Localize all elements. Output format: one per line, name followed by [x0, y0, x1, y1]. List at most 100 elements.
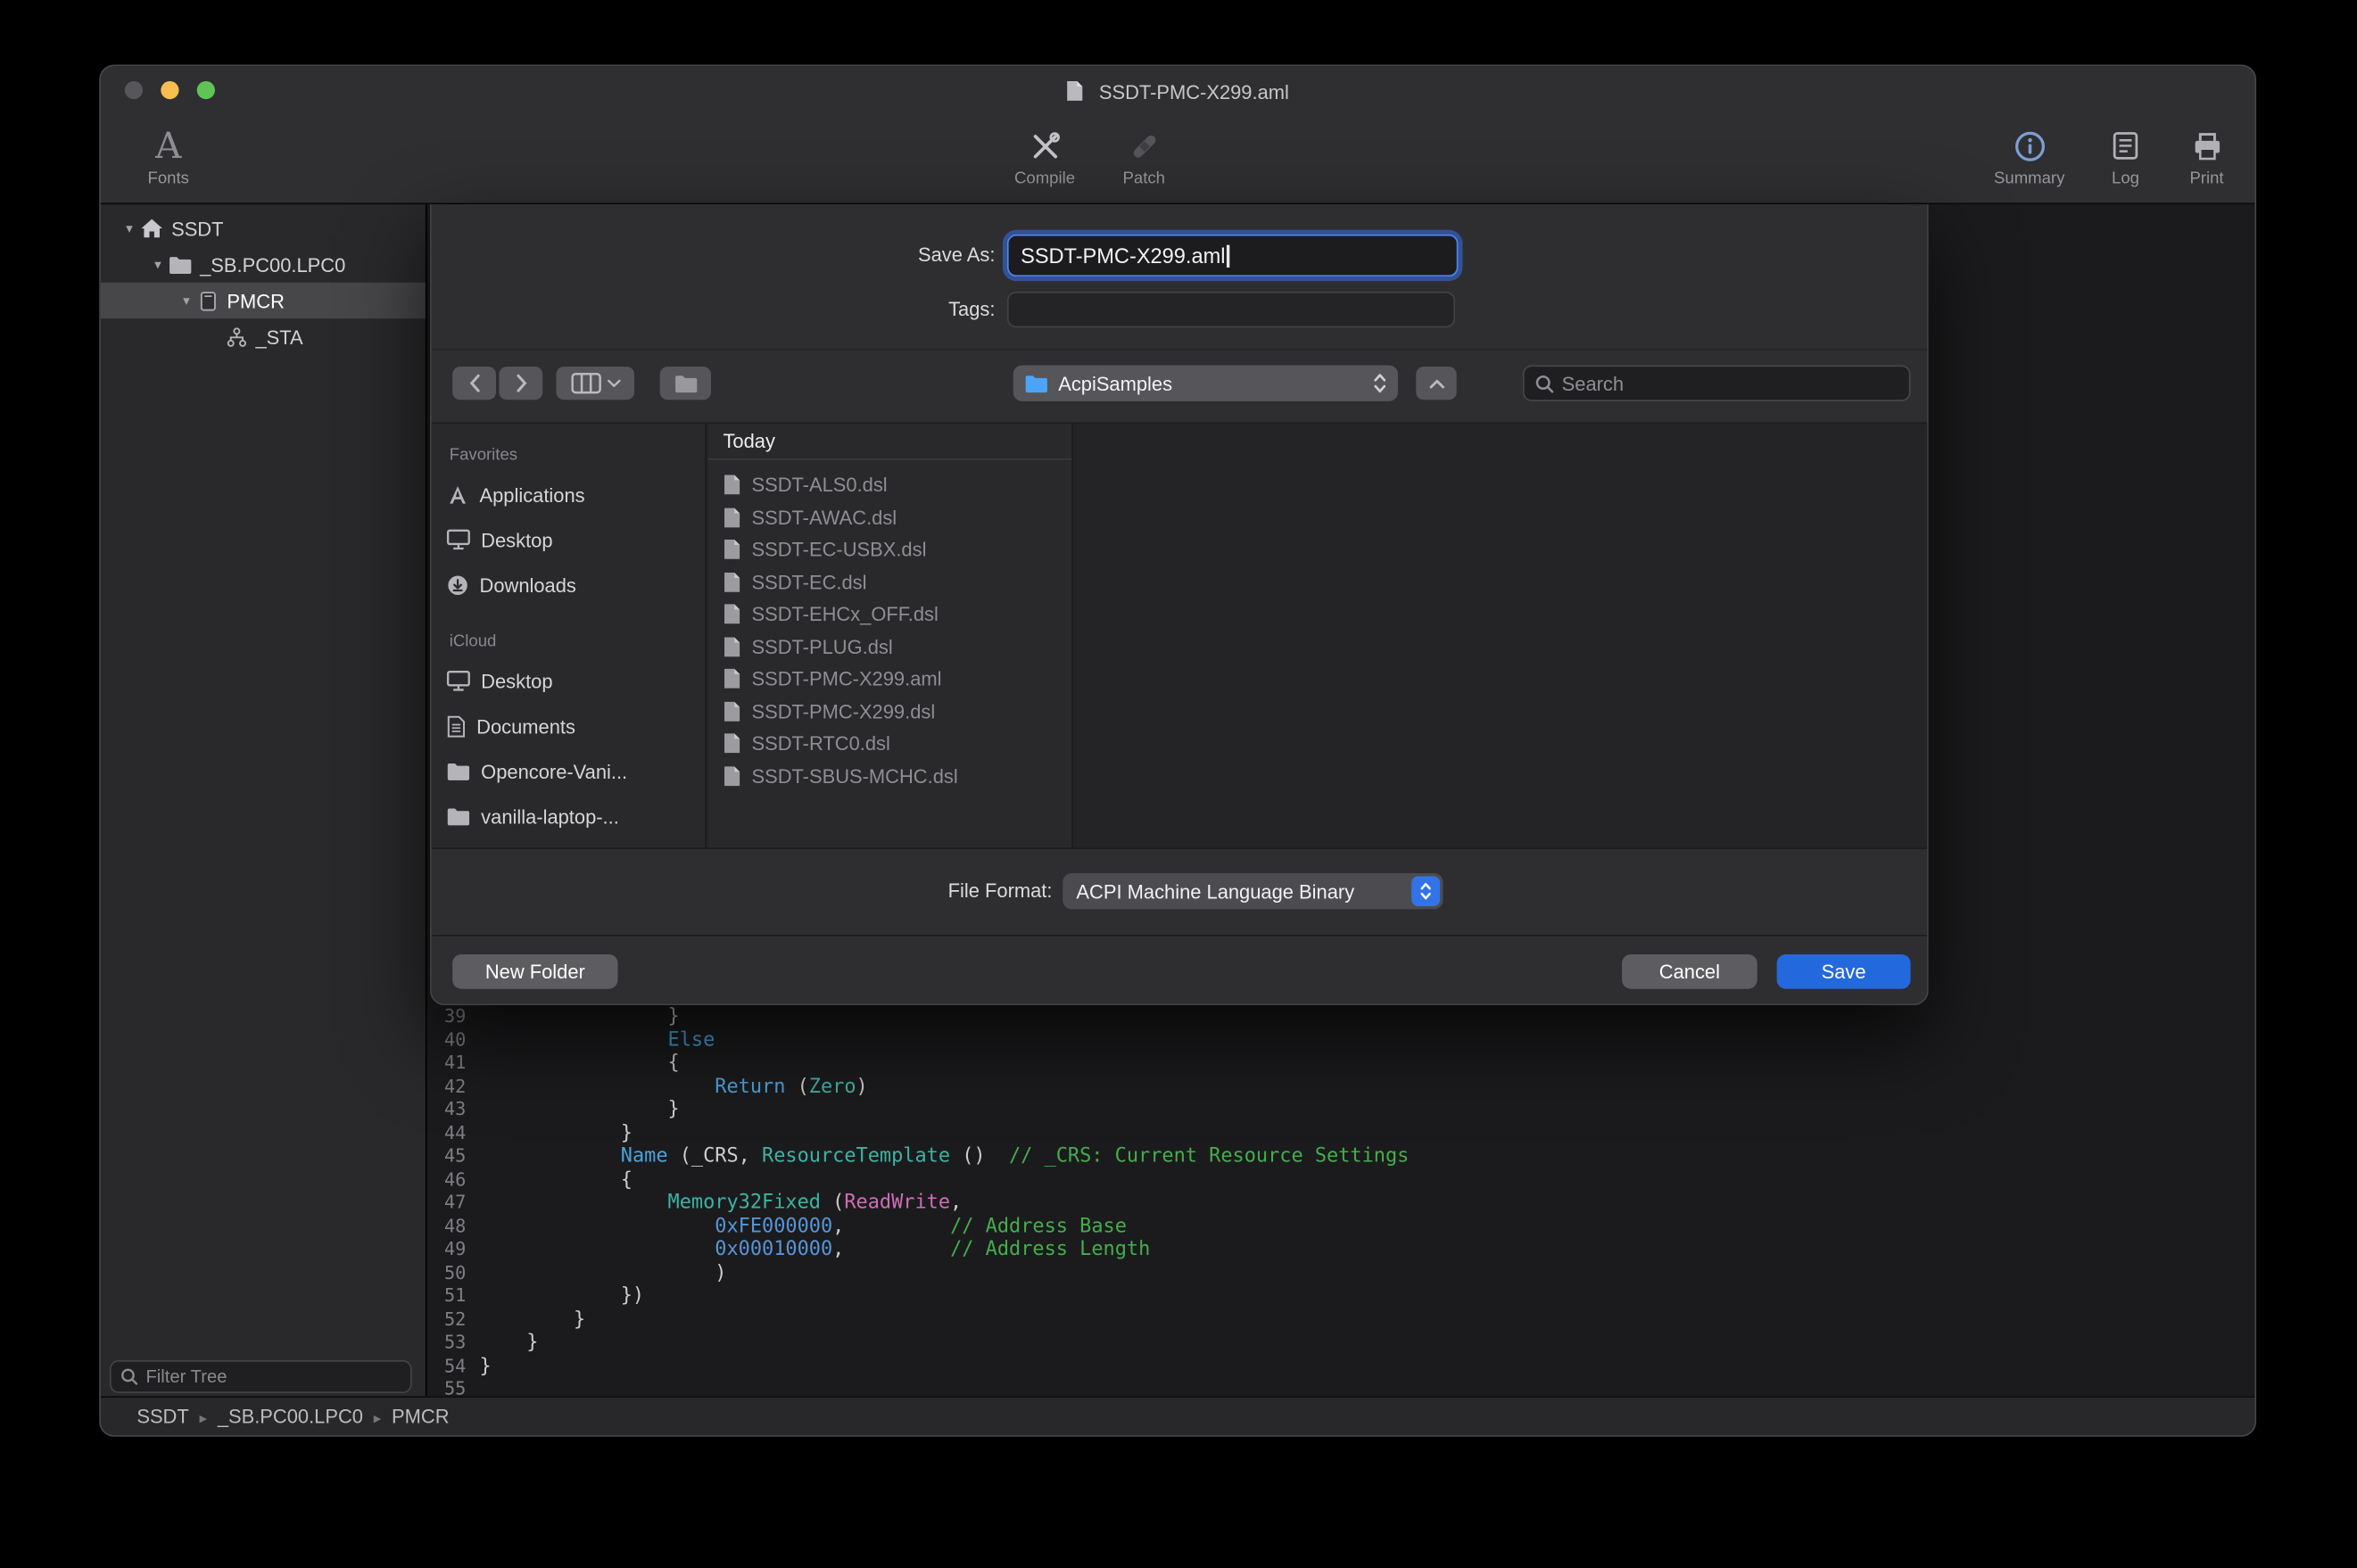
sidebar-item-vanilla-laptop[interactable]: vanilla-laptop-...: [432, 794, 706, 839]
sidebar-item-applications[interactable]: Applications: [432, 472, 706, 517]
line-number: 43: [427, 1099, 467, 1122]
file-format-popup[interactable]: ACPI Machine Language Binary: [1063, 873, 1443, 909]
compile-label: Compile: [1014, 169, 1075, 187]
line-content: Else: [479, 1028, 715, 1052]
fonts-icon: A: [155, 123, 181, 169]
sidebar-item-documents[interactable]: Documents: [432, 704, 706, 749]
breadcrumb-item[interactable]: _SB.PC00.LPC0: [218, 1405, 363, 1427]
file-item-ssdt-ec-dsl[interactable]: SSDT-EC.dsl: [708, 565, 1072, 598]
print-button[interactable]: Print: [2173, 123, 2239, 187]
line-number: 53: [427, 1332, 467, 1355]
view-mode-button[interactable]: [556, 367, 634, 400]
file-name: SSDT-PMC-X299.aml: [751, 668, 941, 690]
save-as-value: SSDT-PMC-X299.aml: [1021, 243, 1225, 268]
tree-item-sta[interactable]: _STA: [101, 318, 426, 354]
tree-item-sb-pc00-lpc0[interactable]: ▾ _SB.PC00.LPC0: [101, 246, 426, 282]
patch-button[interactable]: Patch: [1097, 123, 1190, 187]
line-number: 46: [427, 1168, 467, 1192]
file-item-ssdt-als0-dsl[interactable]: SSDT-ALS0.dsl: [708, 469, 1072, 501]
patch-label: Patch: [1123, 169, 1165, 187]
doc-icon: [723, 474, 740, 496]
code-line: 46 {: [427, 1168, 2255, 1192]
forward-button[interactable]: [499, 367, 542, 400]
summary-button[interactable]: Summary: [1981, 123, 2078, 187]
doc-icon: [723, 764, 740, 787]
line-content: }: [479, 1308, 585, 1332]
line-number: 39: [427, 1005, 467, 1028]
line-content: Name (_CRS, ResourceTemplate () // _CRS:…: [479, 1145, 1409, 1168]
file-name: SSDT-AWAC.dsl: [751, 506, 897, 528]
doc-icon: [723, 539, 740, 561]
disclosure-triangle[interactable]: ▾: [147, 256, 169, 273]
file-format-label: File Format:: [432, 873, 1053, 909]
app-window: SSDT-PMC-X299.aml A Fonts Compile Pat: [99, 64, 2256, 1436]
breadcrumb-item[interactable]: SSDT: [136, 1405, 188, 1427]
device-icon: [197, 289, 219, 311]
file-item-ssdt-ec-usbx-dsl[interactable]: SSDT-EC-USBX.dsl: [708, 533, 1072, 565]
dialog-buttons: New Folder Cancel Save: [432, 935, 1928, 1004]
file-name: SSDT-SBUS-MCHC.dsl: [751, 764, 957, 787]
save-as-input[interactable]: SSDT-PMC-X299.aml: [1007, 235, 1458, 276]
file-item-ssdt-rtc0-dsl[interactable]: SSDT-RTC0.dsl: [708, 728, 1072, 760]
doc-icon: [723, 603, 740, 625]
magnifier-icon: [120, 1367, 138, 1385]
doc-icon: [723, 668, 740, 690]
breadcrumb: SSDT▸_SB.PC00.LPC0▸PMCR: [136, 1405, 449, 1427]
doc-icon: [723, 506, 740, 528]
log-button[interactable]: Log: [2089, 123, 2162, 187]
desktop: SSDT-PMC-X299.aml A Fonts Compile Pat: [0, 0, 2357, 1568]
compile-button[interactable]: Compile: [998, 123, 1091, 187]
sidebar-item-downloads[interactable]: Downloads: [432, 562, 706, 607]
location-popup[interactable]: AcpiSamples: [1013, 365, 1398, 400]
tags-input[interactable]: [1007, 292, 1455, 327]
code-line: 53 }: [427, 1332, 2255, 1355]
group-header: Today: [708, 424, 1072, 459]
save-dialog: Save As: SSDT-PMC-X299.aml Tags:: [430, 204, 1929, 1005]
folder-button[interactable]: [660, 367, 711, 400]
file-item-ssdt-awac-dsl[interactable]: SSDT-AWAC.dsl: [708, 501, 1072, 533]
back-button[interactable]: [452, 367, 496, 400]
line-content: }: [479, 1005, 679, 1028]
breadcrumb-item[interactable]: PMCR: [392, 1405, 450, 1427]
save-button[interactable]: Save: [1777, 954, 1911, 989]
file-item-ssdt-pmc-x299-aml[interactable]: SSDT-PMC-X299.aml: [708, 663, 1072, 695]
sidebar-item-desktop[interactable]: Desktop: [432, 517, 706, 563]
line-content: {: [479, 1052, 679, 1075]
collapse-button[interactable]: [1416, 367, 1456, 400]
file-item-ssdt-pmc-x299-dsl[interactable]: SSDT-PMC-X299.dsl: [708, 695, 1072, 727]
search-field[interactable]: Search: [1523, 365, 1911, 400]
tree-item-label: _SB.PC00.LPC0: [200, 253, 345, 276]
file-item-ssdt-ehcx-off-dsl[interactable]: SSDT-EHCx_OFF.dsl: [708, 598, 1072, 631]
sidebar-item-opencore-vani[interactable]: Opencore-Vani...: [432, 748, 706, 794]
tree-item-pmcr[interactable]: ▾PMCR: [101, 283, 426, 318]
line-number: 52: [427, 1308, 467, 1332]
disclosure-triangle[interactable]: ▾: [176, 293, 197, 309]
code-line: 48 0xFE000000, // Address Base: [427, 1215, 2255, 1238]
file-item-ssdt-plug-dsl[interactable]: SSDT-PLUG.dsl: [708, 631, 1072, 663]
file-name: SSDT-EC-USBX.dsl: [751, 539, 926, 561]
magnifier-icon: [1534, 374, 1554, 393]
code-line: 43 }: [427, 1099, 2255, 1122]
fonts-button[interactable]: A Fonts: [121, 123, 214, 187]
disclosure-triangle[interactable]: ▾: [119, 220, 140, 237]
document-icon: [1066, 79, 1084, 102]
file-name: SSDT-EHCx_OFF.dsl: [751, 603, 938, 625]
file-format-value: ACPI Machine Language Binary: [1076, 880, 1354, 903]
chevron-down-icon: [607, 379, 620, 388]
search-placeholder: Search: [1562, 372, 1624, 394]
status-bar: SSDT▸_SB.PC00.LPC0▸PMCR: [101, 1396, 2255, 1435]
summary-label: Summary: [1994, 169, 2064, 187]
line-number: 48: [427, 1215, 467, 1238]
new-folder-button[interactable]: New Folder: [452, 954, 617, 989]
file-item-ssdt-sbus-mchc-dsl[interactable]: SSDT-SBUS-MCHC.dsl: [708, 760, 1072, 792]
documents-icon: [446, 714, 466, 737]
sidebar-item-label: Opencore-Vani...: [481, 760, 627, 782]
cancel-button[interactable]: Cancel: [1622, 954, 1757, 989]
line-number: 49: [427, 1238, 467, 1261]
folder-icon-blue: [1023, 374, 1049, 393]
section-header-icloud: iCloud: [432, 625, 706, 658]
filter-tree-field[interactable]: Filter Tree: [110, 1360, 412, 1393]
tree-item-ssdt[interactable]: ▾SSDT: [101, 210, 426, 246]
section-header-favorites: Favorites: [432, 439, 706, 472]
sidebar-item-desktop[interactable]: Desktop: [432, 658, 706, 704]
